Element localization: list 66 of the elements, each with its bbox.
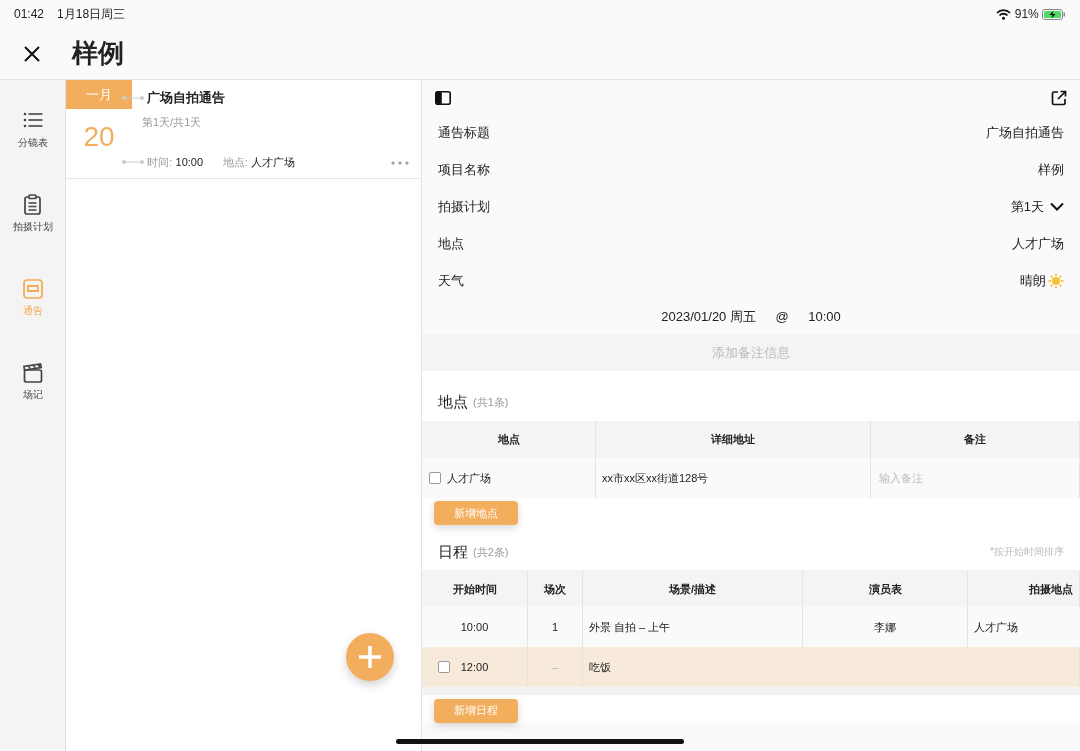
month-label: 一月: [66, 80, 132, 109]
more-icon: [391, 160, 409, 165]
field-value: 广场自拍通告: [986, 123, 1064, 142]
sun-icon: [1048, 272, 1064, 289]
table-cell-text: 外景 自拍 – 上午: [589, 620, 671, 635]
column-header: 地点: [497, 432, 520, 448]
table-cell-text: 人才广场: [974, 620, 1018, 635]
checkbox[interactable]: [438, 661, 450, 674]
field-label: 通告标题: [438, 123, 490, 142]
checkbox[interactable]: [428, 472, 441, 484]
field-value[interactable]: 第1天: [1010, 196, 1044, 217]
field-value: 样例: [1038, 160, 1064, 179]
time-value: 10:00: [175, 154, 204, 170]
field-value: 人才广场: [1012, 234, 1064, 253]
column-header: 开始时间: [452, 581, 497, 597]
field-label: 地点: [438, 234, 464, 253]
field-label: 项目名称: [438, 160, 490, 179]
plus-icon: [358, 645, 382, 669]
time-text: 10:00: [808, 308, 841, 327]
panel-icon: [435, 90, 451, 105]
field-label: 天气: [438, 271, 464, 290]
field-label: 拍摄计划: [438, 197, 490, 216]
column-header: 拍摄地点: [1028, 581, 1073, 597]
notice-title[interactable]: 广场自拍通告: [147, 88, 226, 108]
table-cell-text: xx市xx区xx街道128号: [602, 470, 709, 486]
day-number: 20: [82, 119, 116, 154]
place-value: 人才广场: [250, 154, 295, 170]
external-link-icon: [1051, 89, 1067, 106]
day-count-text: 第1天/共1天: [142, 115, 203, 130]
column-header: 场次: [544, 581, 566, 597]
sidebar-tab[interactable]: 分镜表: [0, 110, 65, 194]
table-cell-text: 人才广场: [447, 470, 491, 486]
item-count: (共1条): [473, 395, 509, 411]
column-header: 演员表: [868, 581, 902, 597]
table-cell-text: 10:00: [459, 620, 490, 635]
page-title: 样例: [72, 37, 124, 70]
column-header: 详细地址: [711, 432, 755, 448]
connector-icon: [122, 158, 144, 165]
notice-icon: [21, 278, 44, 300]
table-cell-text: 吃饭: [589, 660, 611, 675]
place-label: 地点:: [222, 154, 248, 170]
clapperboard-icon: [21, 362, 44, 384]
time-label: 时间:: [147, 154, 173, 170]
column-header: 场景/描述: [668, 581, 717, 597]
status-date: 1月18日周三: [57, 6, 126, 23]
clipboard-icon: [21, 194, 44, 216]
table-cell-text: 李娜: [874, 620, 896, 635]
table-cell-text: –: [551, 660, 559, 675]
field-value: 晴朗: [1020, 271, 1046, 290]
close-button[interactable]: [22, 43, 42, 64]
table-cell-text: 12:00: [459, 660, 490, 675]
item-count: (共2条): [473, 544, 509, 560]
connector-icon: [122, 94, 144, 101]
sidebar-tab[interactable]: 拍摄计划: [0, 194, 65, 278]
status-time: 01:42: [14, 6, 45, 23]
close-icon: [22, 43, 42, 64]
section-title: 地点: [438, 392, 468, 413]
section-title: 日程: [438, 541, 468, 562]
at-sign: @: [775, 308, 789, 327]
chevron-down-icon[interactable]: [1050, 202, 1064, 211]
table-cell-text: 1: [551, 620, 559, 635]
sidebar-tab[interactable]: 场记: [0, 362, 65, 446]
date-text: 2023/01/20 周五: [661, 308, 756, 327]
battery-level: 91%: [1014, 6, 1039, 23]
column-header: 备注: [964, 432, 986, 448]
wifi-icon: [996, 8, 1012, 20]
